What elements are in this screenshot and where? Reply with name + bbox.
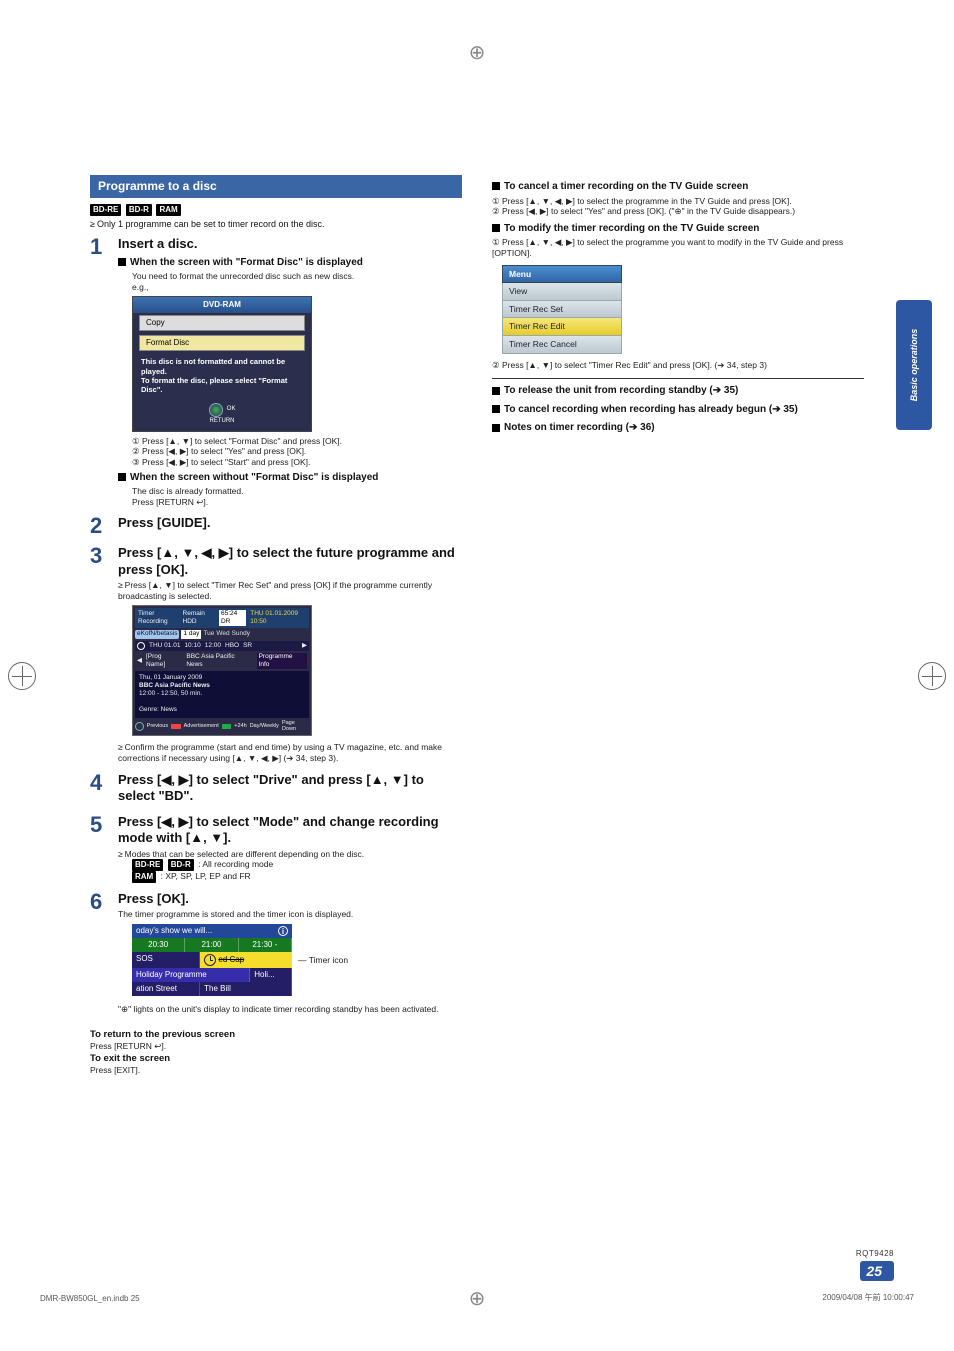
s5-badge-line2: : XP, SP, LP, EP and FR (161, 871, 251, 881)
menu-item-timer-rec-set[interactable]: Timer Rec Set (502, 301, 622, 319)
guide-profile: eKofN/betasis (135, 630, 179, 638)
green-key-icon (222, 724, 232, 729)
dvd-ok[interactable]: OK (227, 406, 236, 412)
single-prog-note: Only 1 programme can be set to timer rec… (90, 219, 462, 230)
registration-mark-left (8, 662, 36, 690)
step3-title: Press [▲, ▼, ◀, ▶] to select the future … (118, 545, 462, 578)
step1-line2: ② Press [◀, ▶] to select "Yes" and press… (132, 446, 462, 457)
footer-right: 2009/04/08 午前 10:00:47 (822, 1292, 914, 1303)
step-number-2: 2 (90, 515, 116, 537)
red-key-icon (171, 724, 181, 729)
dvd-format-option[interactable]: Format Disc (139, 335, 305, 351)
step-number-1: 1 (90, 236, 116, 258)
registration-mark-right (918, 662, 946, 690)
step1-line3: ③ Press [◀, ▶] to select "Start" and pre… (132, 457, 462, 468)
r-h3: To release the unit from recording stand… (504, 385, 738, 396)
left-arrow-icon: ◀ (137, 657, 142, 665)
crop-mark-bottom: ⊕ (469, 1286, 486, 1311)
step1-title: Insert a disc. (118, 236, 462, 252)
step6-p: The timer programme is stored and the ti… (118, 909, 462, 920)
guide-timer-rec: Timer Recording (138, 610, 179, 626)
dvd-msg1: This disc is not formatted and cannot be… (141, 357, 303, 376)
guide-date: THU 01.01.2009 10:50 (250, 610, 306, 626)
step4-title: Press [◀, ▶] to select "Drive" and press… (118, 772, 462, 805)
r-l3: ① Press [▲, ▼, ◀, ▶] to select the progr… (492, 237, 864, 258)
format-disc-dialog: DVD-RAM Copy Format Disc This disc is no… (132, 296, 312, 432)
step-number-4: 4 (90, 772, 116, 794)
earth-icon (209, 403, 223, 417)
prog-info-button[interactable]: Programme Info (257, 653, 307, 669)
badge-ram: RAM (156, 204, 180, 216)
step-number-3: 3 (90, 545, 116, 567)
nav-icon (135, 722, 144, 731)
step-number-6: 6 (90, 891, 116, 913)
tv-guide-screenshot: Timer Recording Remain HDD 65:24 DR THU … (132, 605, 312, 736)
channel-icon (137, 642, 145, 650)
step1-sub2-h: When the screen without "Format Disc" is… (130, 472, 378, 483)
r-l4: ② Press [▲, ▼] to select "Timer Rec Edit… (492, 360, 864, 371)
r-h5: Notes on timer recording (➔ 36) (504, 422, 655, 433)
exit-h: To exit the screen (90, 1053, 462, 1065)
menu-header: Menu (502, 265, 622, 284)
step-number-5: 5 (90, 814, 116, 836)
dvd-copy-option[interactable]: Copy (139, 315, 305, 331)
badge-bdr: BD-R (126, 204, 152, 216)
divider (492, 378, 864, 379)
left-column: Programme to a disc BD-RE BD-R RAM Only … (90, 175, 462, 1076)
return-prev-p: Press [RETURN ↩]. (90, 1041, 462, 1052)
dvd-return[interactable]: RETURN (210, 418, 235, 424)
info-icon: i (278, 926, 288, 936)
menu-item-timer-rec-cancel[interactable]: Timer Rec Cancel (502, 336, 622, 354)
exit-p: Press [EXIT]. (90, 1065, 462, 1076)
step5-note: Modes that can be selected are different… (118, 849, 462, 860)
step6-footnote: "⊕" lights on the unit's display to indi… (118, 1004, 462, 1015)
step1-sub1-p: You need to format the unrecorded disc s… (132, 271, 462, 282)
s5-badge-line1: : All recording mode (198, 859, 273, 869)
menu-item-view[interactable]: View (502, 283, 622, 301)
step6-title: Press [OK]. (118, 891, 462, 907)
guide-tab-1day[interactable]: 1 day (181, 630, 201, 638)
r-h1: To cancel a timer recording on the TV Gu… (504, 181, 748, 192)
dvd-dialog-title: DVD-RAM (133, 297, 311, 313)
guide-remain-val: 65:24 DR (219, 610, 246, 626)
return-prev-h: To return to the previous screen (90, 1029, 462, 1041)
sched-head-text: oday's show we will... (136, 926, 212, 936)
right-column: To cancel a timer recording on the TV Gu… (492, 175, 864, 1076)
section-title: Programme to a disc (90, 175, 462, 198)
step1-sub1-h: When the screen with "Format Disc" is di… (130, 257, 363, 268)
timer-icon-label: — Timer icon (298, 955, 348, 966)
guide-remain: Remain HDD (183, 610, 215, 626)
menu-item-timer-rec-edit[interactable]: Timer Rec Edit (502, 318, 622, 336)
page-number-box: RQT9428 25 (856, 1249, 894, 1281)
right-arrow-icon: ▶ (302, 642, 307, 650)
step1-eg: e.g., (132, 282, 462, 293)
step1-sub2-p2: Press [RETURN ↩]. (132, 497, 462, 508)
step1-line1: ① Press [▲, ▼] to select "Format Disc" a… (132, 436, 462, 447)
side-tab-text: Basic operations (909, 329, 919, 402)
r-h4: To cancel recording when recording has a… (504, 404, 798, 415)
footer-left: DMR-BW850GL_en.indb 25 (40, 1294, 140, 1303)
r-h2: To modify the timer recording on the TV … (504, 223, 759, 234)
option-menu: Menu View Timer Rec Set Timer Rec Edit T… (502, 265, 622, 354)
step5-title: Press [◀, ▶] to select "Mode" and change… (118, 814, 462, 847)
media-badges: BD-RE BD-R RAM (90, 204, 462, 216)
page-code: RQT9428 (856, 1249, 894, 1258)
schedule-card: oday's show we will... i 20:30 21:00 21:… (132, 924, 292, 996)
side-tab: Basic operations (896, 300, 932, 430)
badge-bdre: BD-RE (90, 204, 121, 216)
r-l2: ② Press [◀, ▶] to select "Yes" and press… (492, 206, 864, 217)
step2-title: Press [GUIDE]. (118, 515, 462, 531)
dvd-msg2: To format the disc, please select "Forma… (141, 376, 303, 395)
step3-confirm-note: Confirm the programme (start and end tim… (118, 742, 462, 763)
step3-note: Press [▲, ▼] to select "Timer Rec Set" a… (118, 580, 462, 601)
r-l1: ① Press [▲, ▼, ◀, ▶] to select the progr… (492, 196, 864, 207)
timer-clock-icon (204, 954, 216, 966)
crop-mark-top: ⊕ (469, 40, 486, 65)
step1-sub2-p1: The disc is already formatted. (132, 486, 462, 497)
page-number: 25 (860, 1261, 894, 1281)
